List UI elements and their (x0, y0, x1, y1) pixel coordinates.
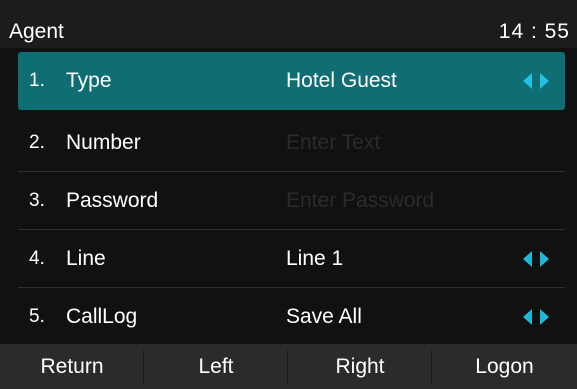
clock: 14 : 55 (498, 20, 570, 43)
item-number: 3. (29, 190, 45, 211)
list-item-type[interactable]: 1. Type Hotel Guest (18, 52, 565, 110)
left-arrow-icon[interactable] (523, 73, 532, 89)
password-input[interactable]: Enter Password (286, 189, 434, 213)
left-arrow-icon[interactable] (523, 251, 532, 267)
right-arrow-icon[interactable] (540, 73, 549, 89)
item-number: 2. (29, 132, 45, 153)
return-button[interactable]: Return (0, 344, 144, 389)
left-button[interactable]: Left (144, 344, 288, 389)
agent-settings-list: 1. Type Hotel Guest 2. Number Enter Text… (0, 48, 577, 344)
item-label: Type (66, 69, 112, 92)
softkey-bar: Return Left Right Logon (0, 344, 577, 389)
list-item-line[interactable]: 4. Line Line 1 (18, 230, 565, 288)
item-label: Line (66, 247, 106, 270)
number-input[interactable]: Enter Text (286, 131, 380, 155)
page-title: Agent (9, 20, 64, 43)
line-select-value[interactable]: Line 1 (286, 247, 343, 271)
list-item-password[interactable]: 3. Password Enter Password (18, 172, 565, 230)
type-select-value[interactable]: Hotel Guest (286, 69, 397, 93)
line-arrows[interactable] (523, 251, 549, 267)
left-arrow-icon[interactable] (523, 309, 532, 325)
right-button[interactable]: Right (288, 344, 432, 389)
list-item-number[interactable]: 2. Number Enter Text (18, 114, 565, 172)
calllog-arrows[interactable] (523, 309, 549, 325)
item-number: 4. (29, 248, 45, 269)
item-label: CallLog (66, 305, 138, 328)
logon-button[interactable]: Logon (432, 344, 577, 389)
right-arrow-icon[interactable] (540, 251, 549, 267)
right-arrow-icon[interactable] (540, 309, 549, 325)
item-label: Number (66, 131, 141, 154)
status-bar: Agent 14 : 55 (0, 0, 577, 48)
item-label: Password (66, 189, 159, 212)
list-item-calllog[interactable]: 5. CallLog Save All (18, 288, 565, 346)
item-number: 5. (29, 306, 45, 327)
calllog-select-value[interactable]: Save All (286, 305, 362, 329)
item-number: 1. (29, 70, 45, 91)
type-arrows[interactable] (523, 73, 549, 89)
